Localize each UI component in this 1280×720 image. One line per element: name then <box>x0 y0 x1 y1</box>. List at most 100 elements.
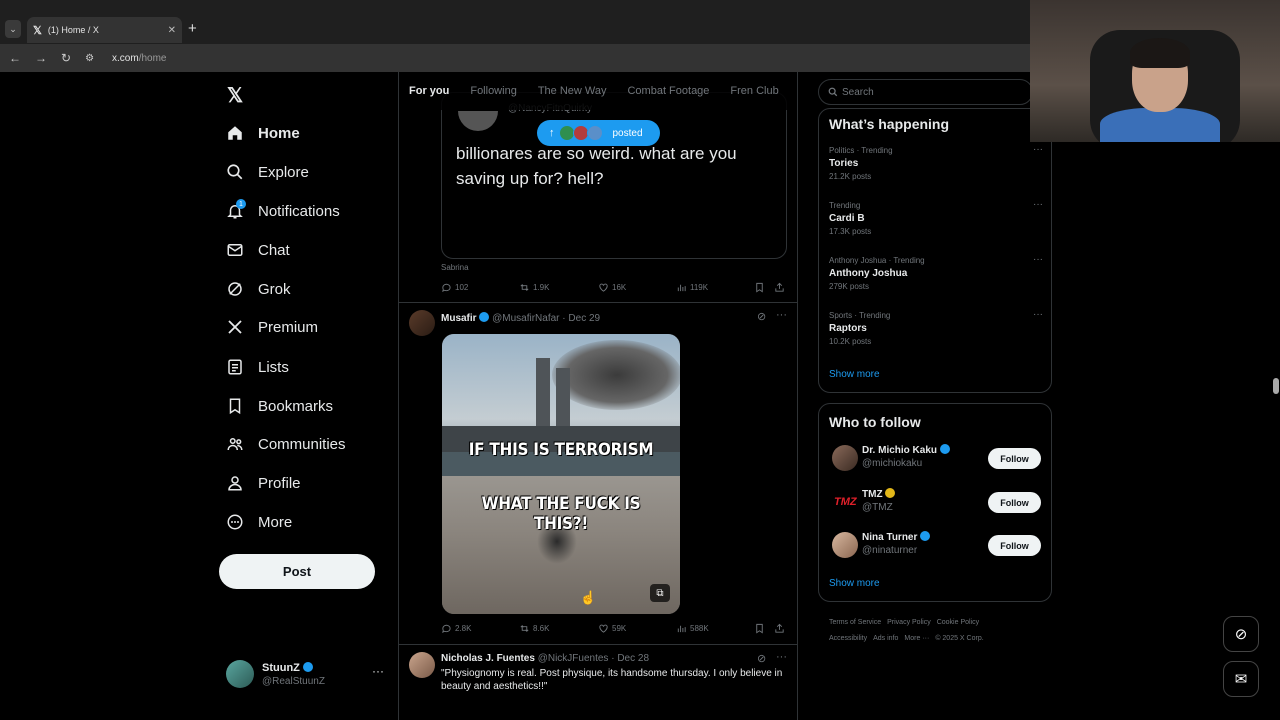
follow-button[interactable]: Follow <box>988 492 1041 513</box>
more-dots-icon[interactable]: ··· <box>776 309 787 321</box>
nav-item-profile[interactable]: Profile <box>226 474 301 492</box>
quoted-post[interactable]: @NancyFitnQuirky billionares are so weir… <box>441 92 787 259</box>
trend-item[interactable]: Politics · Trending Tories 21.2K posts ·… <box>829 144 1043 181</box>
new-tab-icon[interactable]: + <box>188 20 197 37</box>
author-name[interactable]: Musafir <box>441 313 477 324</box>
author-handle[interactable]: @NickJFuentes <box>538 653 609 664</box>
post-date[interactable]: Dec 29 <box>568 313 600 324</box>
nav-label: More <box>258 513 293 531</box>
nav-item-explore[interactable]: Explore <box>226 163 309 181</box>
post-date[interactable]: Dec 28 <box>617 653 649 664</box>
image-tag-icon[interactable]: ⧉ <box>650 584 670 602</box>
tab-close-icon[interactable]: ✕ <box>168 25 176 36</box>
nav-item-notifications[interactable]: 1 Notifications <box>226 199 340 220</box>
nav-item-home[interactable]: Home <box>226 124 300 142</box>
footer-link[interactable]: Terms of Service <box>829 619 881 626</box>
post-actions: 2.8K 8.6K 59K 588K <box>441 623 787 637</box>
avatar[interactable] <box>409 652 435 678</box>
nav-item-lists[interactable]: Lists <box>226 358 289 376</box>
nav-item-grok[interactable]: Grok <box>226 280 291 298</box>
tab-following[interactable]: Following <box>470 85 516 97</box>
search-icon <box>227 164 243 180</box>
reload-icon[interactable]: ↻ <box>61 51 71 65</box>
post-button[interactable]: Post <box>219 554 375 589</box>
footer-link[interactable]: Accessibility <box>829 635 867 642</box>
footer-link[interactable]: Ads info <box>873 635 898 642</box>
avatar <box>832 532 858 558</box>
footer-link[interactable]: Cookie Policy <box>937 619 979 626</box>
post-image[interactable]: IF THIS IS TERRORISM WHAT THE FUCK IS TH… <box>442 334 680 614</box>
avatar[interactable] <box>409 310 435 336</box>
site-info-icon[interactable]: ⚙ <box>85 53 94 64</box>
author-handle[interactable]: @MusafirNafar <box>492 313 559 324</box>
account-switcher[interactable]: StuunZ @RealStuunZ ··· <box>226 660 386 690</box>
footer-link[interactable]: More ··· <box>904 635 929 642</box>
meme-top-text: IF THIS IS TERRORISM <box>468 440 654 460</box>
more-dots-icon[interactable]: ··· <box>372 664 384 678</box>
views-button[interactable]: 588K <box>676 623 709 634</box>
trend-item[interactable]: Sports · Trending Raptors 10.2K posts ··… <box>829 309 1043 346</box>
tab-for-you[interactable]: For you <box>409 85 449 97</box>
x-logo-icon[interactable]: 𝕏 <box>227 83 243 108</box>
show-more-link[interactable]: Show more <box>829 369 880 380</box>
bookmark-button[interactable] <box>754 623 765 634</box>
nav-item-more[interactable]: More <box>226 513 292 531</box>
follow-button[interactable]: Follow <box>988 448 1041 469</box>
nav-item-chat[interactable]: Chat <box>226 241 290 259</box>
repost-button[interactable]: 1.9K <box>519 282 549 293</box>
bookmark-button[interactable] <box>754 282 765 293</box>
tab-combat-footage[interactable]: Combat Footage <box>627 85 709 97</box>
search-icon <box>828 87 838 97</box>
post-header: Nicholas J. Fuentes @NickJFuentes · Dec … <box>441 653 650 664</box>
grok-icon[interactable]: ⊘ <box>757 652 766 665</box>
nav-item-communities[interactable]: Communities <box>226 435 346 453</box>
tab-fren-club[interactable]: Fren Club <box>730 85 778 97</box>
like-button[interactable]: 59K <box>598 623 626 634</box>
reply-button[interactable]: 102 <box>441 282 468 293</box>
show-more-link[interactable]: Show more <box>829 578 880 589</box>
more-dots-icon[interactable]: ··· <box>1033 144 1043 155</box>
trend-item[interactable]: Trending Cardi B 17.3K posts ··· <box>829 199 1043 236</box>
nav-item-bookmarks[interactable]: Bookmarks <box>226 397 333 415</box>
new-posts-pill[interactable]: ↑ posted <box>537 120 660 146</box>
author-name[interactable]: Nicholas J. Fuentes <box>441 653 535 664</box>
browser-tab-strip: ⌄ 𝕏 (1) Home / X ✕ + <box>0 0 1030 44</box>
follow-suggestion[interactable]: Nina Turner @ninaturner Follow <box>829 531 1043 561</box>
suggestion-name: TMZ <box>862 488 896 500</box>
follow-suggestion[interactable]: Dr. Michio Kaku @michiokaku Follow <box>829 444 1043 474</box>
tab-the-new-way[interactable]: The New Way <box>538 85 607 97</box>
grok-fab-button[interactable]: ⊘ <box>1223 616 1259 652</box>
more-dots-icon[interactable]: ··· <box>1033 254 1043 265</box>
grok-icon[interactable]: ⊘ <box>757 310 766 323</box>
image-smoke <box>552 340 680 410</box>
suggestion-name: Dr. Michio Kaku <box>862 444 950 456</box>
footer-link[interactable]: © 2025 X Corp. <box>935 635 983 642</box>
search-placeholder: Search <box>842 86 874 98</box>
more-dots-icon[interactable]: ··· <box>1033 199 1043 210</box>
quoted-text: billionares are so weird. what are you s… <box>456 144 737 188</box>
verified-badge-icon <box>939 444 950 454</box>
reply-button[interactable]: 2.8K <box>441 623 471 634</box>
nav-item-premium[interactable]: Premium <box>226 318 318 336</box>
follow-button[interactable]: Follow <box>988 535 1041 556</box>
footer-link[interactable]: Privacy Policy <box>887 619 931 626</box>
trend-context: Anthony Joshua · Trending <box>829 256 925 265</box>
messages-fab-button[interactable]: ✉ <box>1223 661 1259 697</box>
like-button[interactable]: 16K <box>598 282 626 293</box>
more-dots-icon[interactable]: ··· <box>776 651 787 663</box>
share-button[interactable] <box>774 282 785 293</box>
address-bar[interactable]: x.com/home <box>112 53 166 64</box>
browser-tab[interactable]: 𝕏 (1) Home / X ✕ <box>27 17 182 43</box>
trend-item[interactable]: Anthony Joshua · Trending Anthony Joshua… <box>829 254 1043 291</box>
share-button[interactable] <box>774 623 785 634</box>
scrollbar-thumb[interactable] <box>1273 378 1279 394</box>
back-icon[interactable]: ← <box>9 51 21 65</box>
search-input[interactable]: Search <box>818 79 1033 105</box>
views-button[interactable]: 119K <box>676 282 708 293</box>
forward-icon[interactable]: → <box>35 51 47 65</box>
repost-button[interactable]: 8.6K <box>519 623 549 634</box>
nav-label: Premium <box>258 318 319 336</box>
tab-search-dropdown-icon[interactable]: ⌄ <box>5 20 21 38</box>
more-dots-icon[interactable]: ··· <box>1033 309 1043 320</box>
follow-suggestion[interactable]: TMZ TMZ @TMZ Follow <box>829 488 1043 518</box>
